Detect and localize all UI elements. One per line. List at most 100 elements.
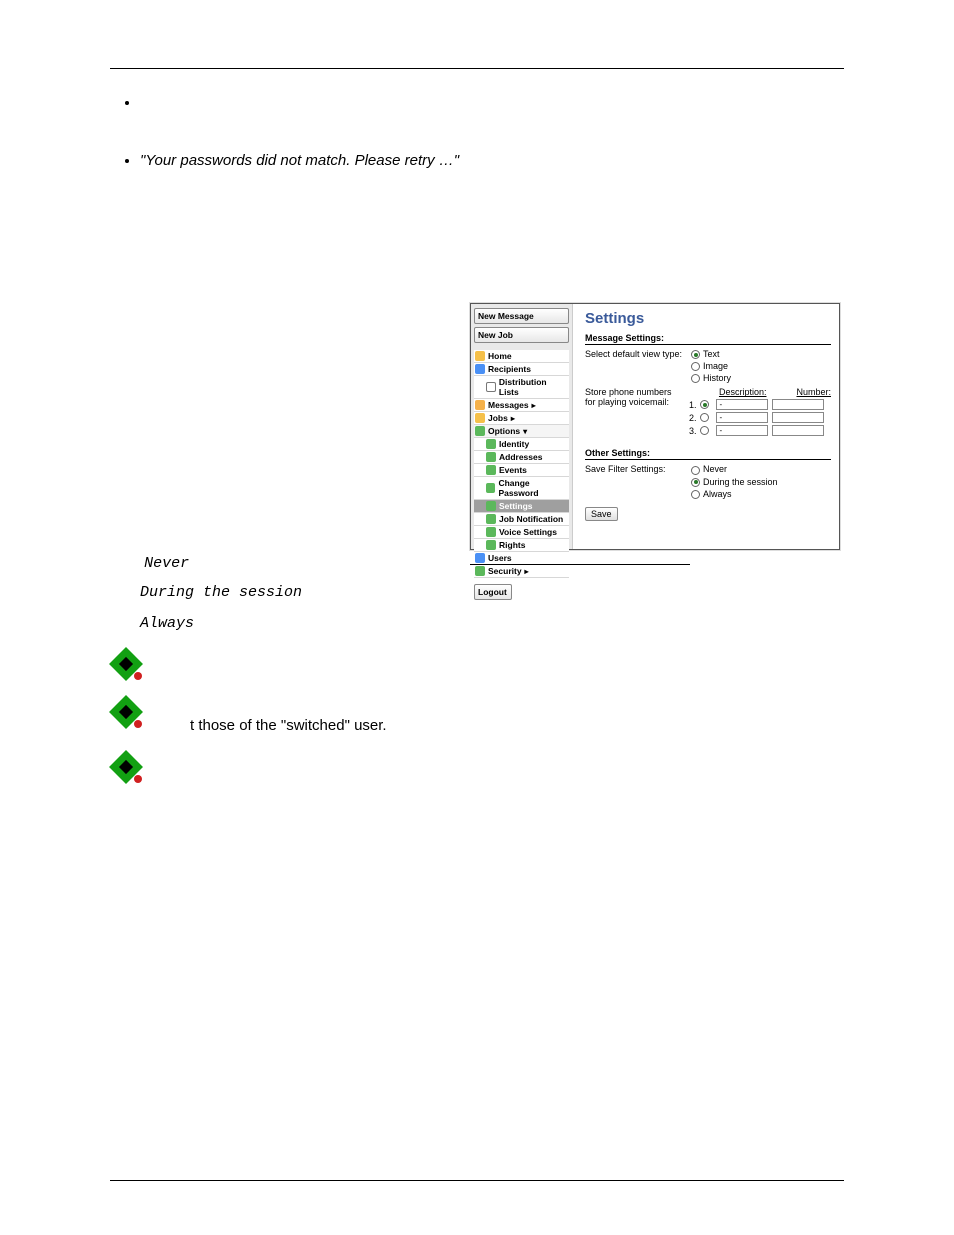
sidebar-item-label: Home xyxy=(488,351,512,361)
row-radio[interactable] xyxy=(700,426,709,435)
save-filter-options-list-2: Always xyxy=(140,613,844,634)
sidebar-item-label: Messages xyxy=(488,400,529,410)
other-settings-header: Other Settings: xyxy=(585,448,831,460)
screenshot-sidebar: New Message New Job Home Recipients Dist… xyxy=(471,304,573,549)
new-message-button[interactable]: New Message xyxy=(474,308,569,324)
note-icon xyxy=(110,648,144,682)
sidebar-item-security[interactable]: Security ▸ xyxy=(474,565,569,578)
wrench-icon xyxy=(486,483,495,493)
message-settings-header: Message Settings: xyxy=(585,333,831,345)
figure-caption-wrap xyxy=(470,558,690,565)
chevron-right-icon: ▸ xyxy=(511,414,515,423)
chevron-down-icon: ▾ xyxy=(523,427,527,436)
logout-button[interactable]: Logout xyxy=(474,584,512,600)
shield-icon xyxy=(475,566,485,576)
sidebar-item-change-password[interactable]: Change Password xyxy=(474,477,569,500)
number-input-1[interactable] xyxy=(772,399,824,410)
sidebar-item-rights[interactable]: Rights xyxy=(474,539,569,552)
page-footer xyxy=(110,1180,844,1187)
sidebar-item-distribution-lists[interactable]: Distribution Lists xyxy=(474,376,569,399)
row-radio[interactable] xyxy=(700,400,709,409)
sidebar-item-label: Recipients xyxy=(488,364,531,374)
description-input-2[interactable]: - xyxy=(716,412,768,423)
radio-never[interactable]: Never xyxy=(691,464,778,474)
header-rule xyxy=(110,68,844,69)
sidebar-item-settings[interactable]: Settings xyxy=(474,500,569,513)
sidebar-item-label: Addresses xyxy=(499,452,542,462)
radio-always[interactable]: Always xyxy=(691,489,778,499)
wrench-icon xyxy=(486,540,496,550)
sidebar-item-label: Rights xyxy=(499,540,525,550)
option-during-label: During the session xyxy=(140,584,302,601)
wrench-icon xyxy=(486,514,496,524)
note-2-text: t those of the "switched" user. xyxy=(160,696,844,736)
radio-icon xyxy=(691,466,700,475)
table-row: 2. - xyxy=(689,412,831,423)
note-2-visible-line: t those of the "switched" user. xyxy=(190,716,844,736)
number-input-2[interactable] xyxy=(772,412,824,423)
sidebar-item-home[interactable]: Home xyxy=(474,350,569,363)
radio-during-session[interactable]: During the session xyxy=(691,477,778,487)
sidebar-item-label: Job Notification xyxy=(499,514,563,524)
wrench-icon xyxy=(486,465,496,475)
note-row-3 xyxy=(110,751,844,785)
password-mismatch-message: "Your passwords did not match. Please re… xyxy=(140,152,459,169)
option-never-label: Never xyxy=(144,555,189,572)
default-view-label: Select default view type: xyxy=(585,349,683,359)
content-title: Settings xyxy=(585,310,831,327)
error-bullet-quoted: "Your passwords did not match. Please re… xyxy=(140,151,844,171)
sidebar-item-recipients[interactable]: Recipients xyxy=(474,363,569,376)
sidebar-item-label: Security xyxy=(488,566,522,576)
radio-text[interactable]: Text xyxy=(691,349,731,359)
screenshot-content: Settings Message Settings: Select defaul… xyxy=(577,304,839,549)
options-icon xyxy=(475,426,485,436)
note-row-1 xyxy=(110,648,844,682)
radio-history[interactable]: History xyxy=(691,373,731,383)
chevron-right-icon: ▸ xyxy=(525,567,529,576)
column-number: Number: xyxy=(796,387,831,397)
new-job-button[interactable]: New Job xyxy=(474,327,569,343)
messages-icon xyxy=(475,400,485,410)
sidebar-item-label: Jobs xyxy=(488,413,508,423)
option-always-label: Always xyxy=(140,615,194,632)
sidebar-item-jobs[interactable]: Jobs▸ xyxy=(474,412,569,425)
section-heading-settings: Settings xyxy=(110,200,844,223)
description-input-3[interactable]: - xyxy=(716,425,768,436)
radio-icon xyxy=(691,478,700,487)
number-input-3[interactable] xyxy=(772,425,824,436)
row-radio[interactable] xyxy=(700,413,709,422)
save-button[interactable]: Save xyxy=(585,507,618,521)
home-icon xyxy=(475,351,485,361)
wrench-icon xyxy=(486,439,496,449)
figure-caption xyxy=(470,564,690,565)
sidebar-item-label: Identity xyxy=(499,439,529,449)
error-bullet-1 xyxy=(140,93,844,113)
sidebar-item-voice-settings[interactable]: Voice Settings xyxy=(474,526,569,539)
error-list xyxy=(110,93,844,113)
recipients-icon xyxy=(475,364,485,374)
error-list-2: "Your passwords did not match. Please re… xyxy=(110,151,844,171)
sidebar-item-events[interactable]: Events xyxy=(474,464,569,477)
wrench-icon xyxy=(486,452,496,462)
jobs-icon xyxy=(475,413,485,423)
note-icon xyxy=(110,696,144,730)
sidebar-item-options[interactable]: Options ▾ xyxy=(474,425,569,438)
description-input-1[interactable]: - xyxy=(716,399,768,410)
wrench-icon xyxy=(486,501,496,511)
sidebar-item-label: Events xyxy=(499,465,527,475)
sidebar-item-label: Distribution Lists xyxy=(499,377,568,397)
sidebar-item-label: Voice Settings xyxy=(499,527,557,537)
wrench-icon xyxy=(486,527,496,537)
sidebar-item-identity[interactable]: Identity xyxy=(474,438,569,451)
sidebar-item-job-notification[interactable]: Job Notification xyxy=(474,513,569,526)
radio-image[interactable]: Image xyxy=(691,361,731,371)
sidebar-item-addresses[interactable]: Addresses xyxy=(474,451,569,464)
note-row-2: t those of the "switched" user. xyxy=(110,696,844,736)
table-row: 1. - xyxy=(689,399,831,410)
sidebar-item-label: Options xyxy=(488,426,520,436)
radio-icon xyxy=(691,374,700,383)
sidebar-item-messages[interactable]: Messages▸ xyxy=(474,399,569,412)
sidebar-item-label: Change Password xyxy=(498,478,568,498)
sidebar-item-label: Settings xyxy=(499,501,533,511)
radio-icon xyxy=(691,490,700,499)
